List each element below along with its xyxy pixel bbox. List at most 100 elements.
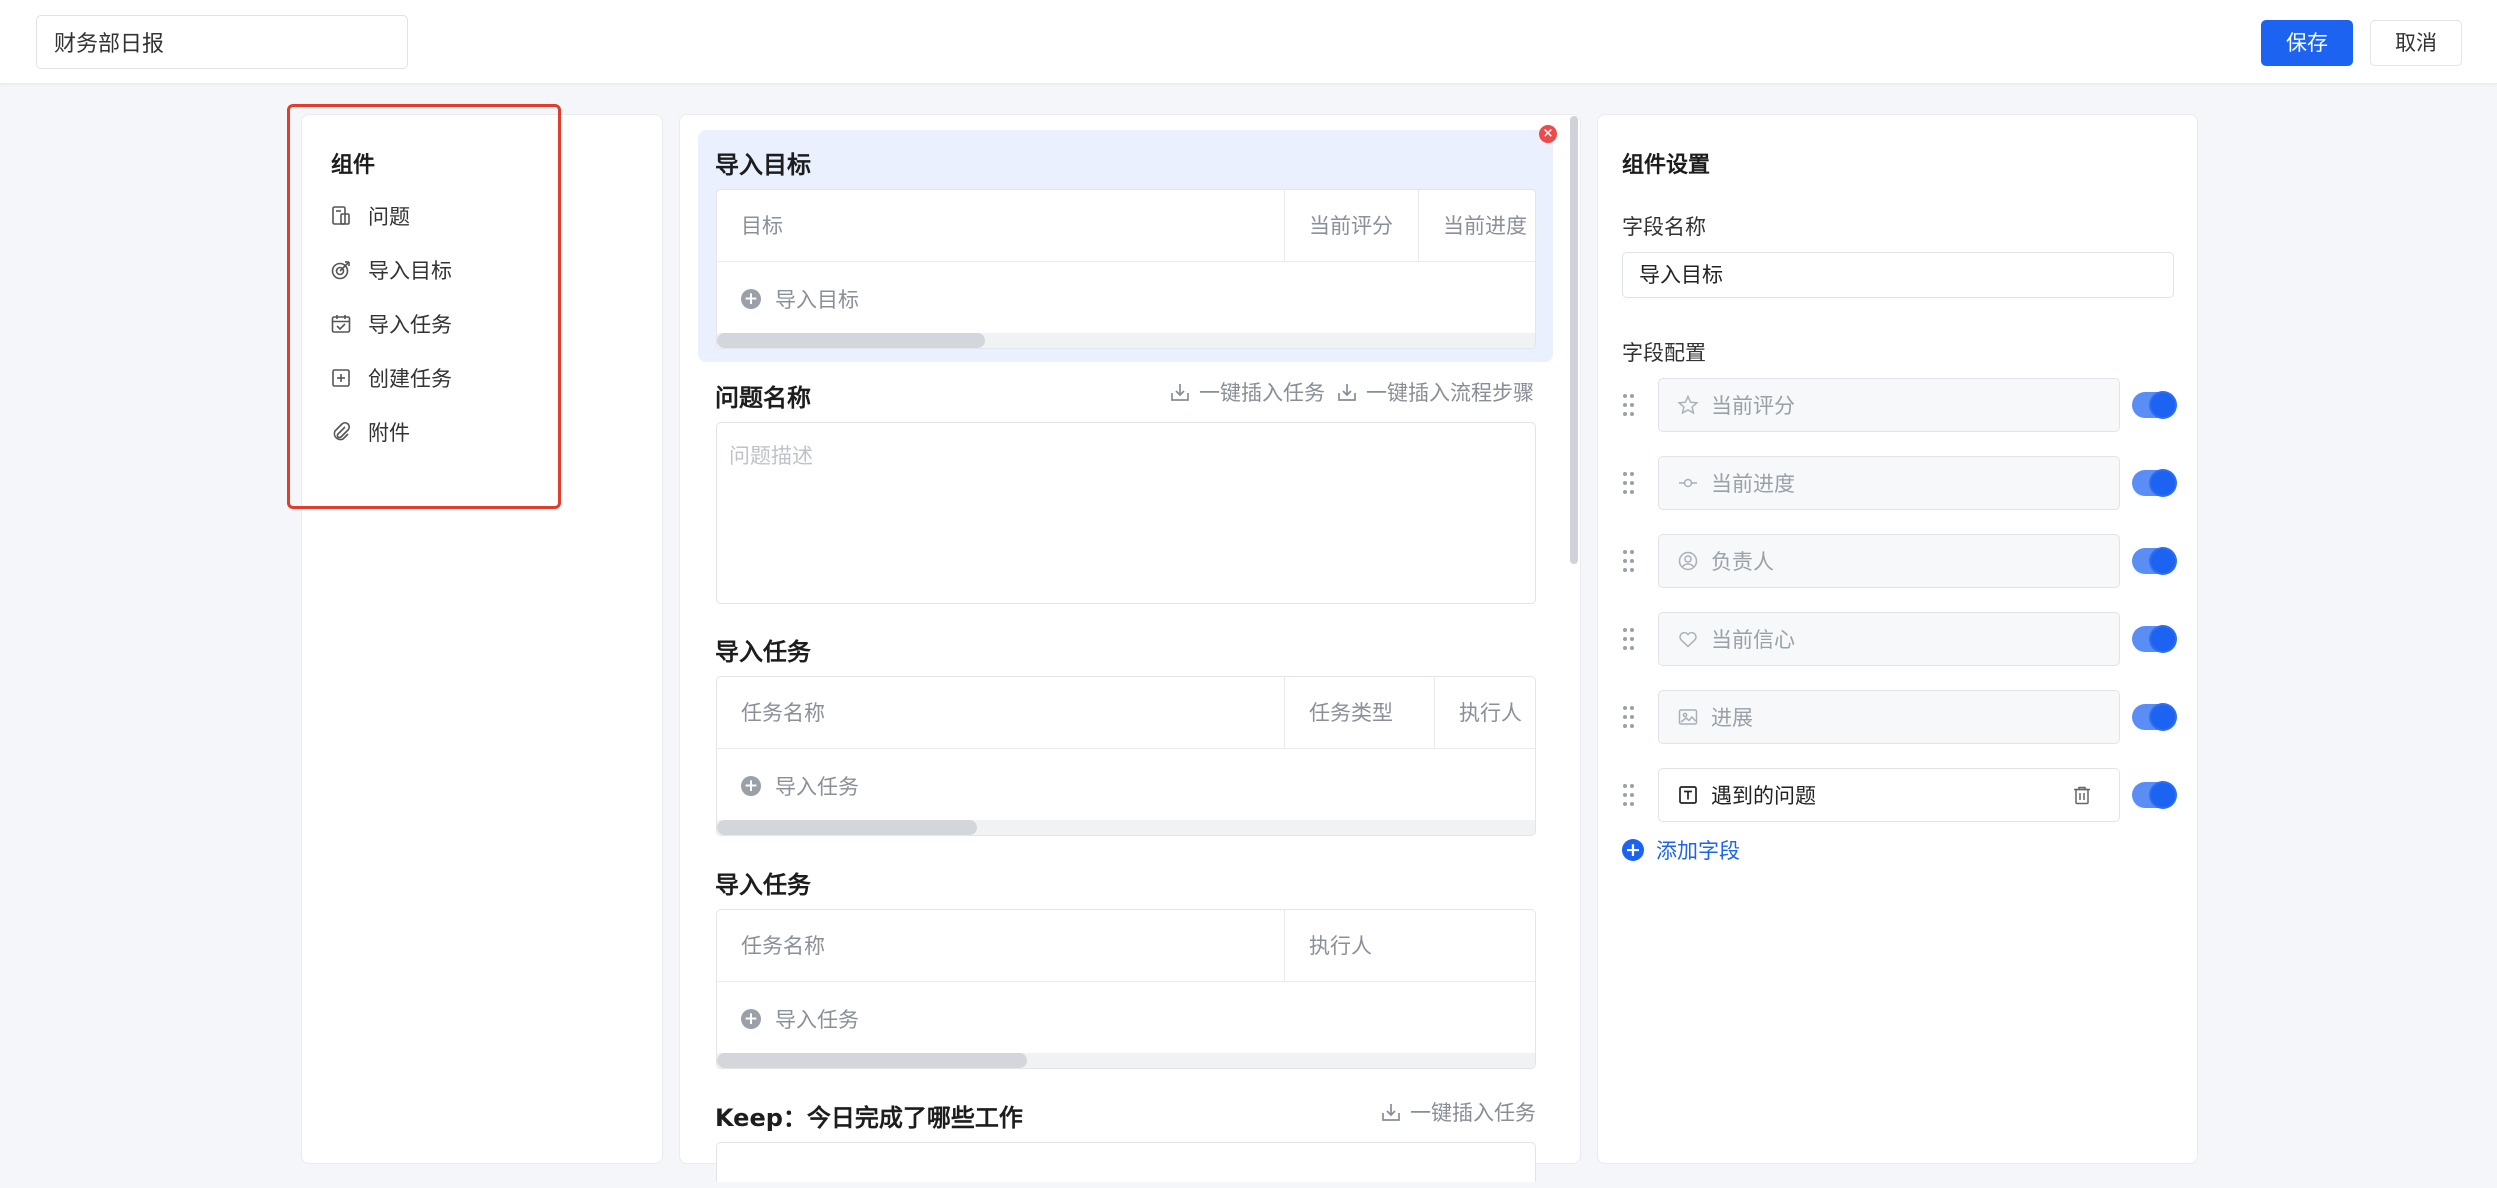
field-config-row: 当前进度 <box>1622 456 2182 510</box>
component-item-label: 问题 <box>368 205 410 229</box>
keep-section-title: Keep：今日完成了哪些工作 <box>715 1104 1023 1132</box>
field-config-label: 当前进度 <box>1711 472 1795 496</box>
column-header: 当前进度 <box>1418 190 1535 262</box>
question-doc-icon <box>330 205 352 227</box>
column-header: 当前评分 <box>1284 190 1418 262</box>
drag-handle-icon[interactable] <box>1622 704 1636 730</box>
field-config-box[interactable]: 进展 <box>1658 690 2120 744</box>
field-config-box[interactable]: 当前进度 <box>1658 456 2120 510</box>
column-header: 任务类型 <box>1284 677 1434 749</box>
field-config-box[interactable]: 负责人 <box>1658 534 2120 588</box>
table-header: 任务名称 执行人 <box>717 910 1535 982</box>
progress-icon <box>1679 478 1697 488</box>
goal-section-title: 导入目标 <box>715 151 811 179</box>
component-item-import-goal[interactable]: 导入目标 <box>330 252 452 288</box>
insert-task-link[interactable]: 一键插入任务 <box>1169 377 1325 407</box>
table-header: 目标 当前评分 当前进度 <box>717 190 1535 262</box>
insert-task-label: 一键插入任务 <box>1410 1101 1536 1125</box>
column-header: 执行人 <box>1284 910 1535 982</box>
plus-circle-icon: + <box>741 289 761 309</box>
question-description-textarea[interactable]: 问题描述 <box>716 422 1536 604</box>
import-task-label: 导入任务 <box>775 1008 859 1032</box>
add-field-button[interactable]: + 添加字段 <box>1622 835 1740 865</box>
star-icon <box>1677 394 1699 415</box>
field-enable-toggle[interactable] <box>2132 704 2176 730</box>
field-enable-toggle[interactable] <box>2132 782 2176 808</box>
task-table-2: 任务名称 执行人 + 导入任务 <box>716 909 1536 1069</box>
component-item-question[interactable]: 问题 <box>330 198 410 234</box>
component-item-label: 导入任务 <box>368 313 452 337</box>
field-config-row: 进展 <box>1622 690 2182 744</box>
save-button[interactable]: 保存 <box>2261 20 2353 66</box>
field-enable-toggle[interactable] <box>2132 470 2176 496</box>
insert-task-link[interactable]: 一键插入任务 <box>1380 1097 1536 1127</box>
horizontal-scrollbar-thumb[interactable] <box>717 333 985 348</box>
cancel-button[interactable]: 取消 <box>2370 20 2462 66</box>
drag-handle-icon[interactable] <box>1622 392 1636 418</box>
horizontal-scrollbar-track[interactable] <box>717 333 1535 348</box>
horizontal-scrollbar-track[interactable] <box>717 820 1535 835</box>
component-item-label: 创建任务 <box>368 367 452 391</box>
question-section-title: 问题名称 <box>715 384 811 412</box>
import-tray-icon <box>1338 384 1356 401</box>
canvas-vertical-scrollbar[interactable] <box>1570 116 1578 564</box>
remove-block-icon[interactable]: × <box>1539 125 1557 143</box>
text-box-icon <box>1679 786 1697 804</box>
report-title-input[interactable] <box>36 15 408 69</box>
component-item-label: 导入目标 <box>368 259 452 283</box>
add-field-label: 添加字段 <box>1656 839 1740 863</box>
field-config-box[interactable]: 遇到的问题 <box>1658 768 2120 822</box>
field-name-label: 字段名称 <box>1622 215 1706 239</box>
field-config-row: 当前评分 <box>1622 378 2182 432</box>
horizontal-scrollbar-thumb[interactable] <box>717 820 977 835</box>
top-bar: 保存 取消 <box>0 0 2497 84</box>
field-name-input[interactable]: 导入目标 <box>1622 252 2174 298</box>
field-config-label: 当前信心 <box>1711 628 1795 652</box>
component-item-label: 附件 <box>368 421 410 445</box>
drag-handle-icon[interactable] <box>1622 470 1636 496</box>
table-header: 任务名称 任务类型 执行人 <box>717 677 1535 749</box>
import-task-row-button[interactable]: + 导入任务 <box>741 983 859 1055</box>
settings-title: 组件设置 <box>1622 153 1711 178</box>
field-enable-toggle[interactable] <box>2132 392 2176 418</box>
plus-circle-icon: + <box>741 776 761 796</box>
import-task-label: 导入任务 <box>775 775 859 799</box>
field-enable-toggle[interactable] <box>2132 626 2176 652</box>
import-goal-label: 导入目标 <box>775 288 859 312</box>
drag-handle-icon[interactable] <box>1622 548 1636 574</box>
calendar-check-icon <box>330 313 352 335</box>
import-goal-row-button[interactable]: + 导入目标 <box>741 263 859 335</box>
drag-handle-icon[interactable] <box>1622 782 1636 808</box>
keep-textarea[interactable] <box>716 1142 1536 1182</box>
trash-icon[interactable] <box>2071 784 2093 806</box>
horizontal-scrollbar-thumb[interactable] <box>717 1053 1027 1068</box>
component-item-create-task[interactable]: 创建任务 <box>330 360 452 396</box>
horizontal-scrollbar-track[interactable] <box>717 1053 1535 1068</box>
import-tray-icon <box>1171 384 1189 401</box>
import-task-row-button[interactable]: + 导入任务 <box>741 750 859 822</box>
field-config-label: 负责人 <box>1711 550 1774 574</box>
field-config-box[interactable]: 当前信心 <box>1658 612 2120 666</box>
field-config-row: 遇到的问题 <box>1622 768 2182 822</box>
column-header: 任务名称 <box>741 701 825 725</box>
heart-icon <box>1679 631 1697 648</box>
field-config-label: 字段配置 <box>1622 341 1706 365</box>
image-icon <box>1678 709 1698 725</box>
field-config-label: 进展 <box>1711 706 1753 730</box>
insert-flow-link[interactable]: 一键插入流程步骤 <box>1336 377 1534 407</box>
field-config-row: 负责人 <box>1622 534 2182 588</box>
paperclip-icon <box>330 421 352 443</box>
field-enable-toggle[interactable] <box>2132 548 2176 574</box>
component-item-import-task[interactable]: 导入任务 <box>330 306 452 342</box>
column-header: 任务名称 <box>741 934 825 958</box>
field-config-box[interactable]: 当前评分 <box>1658 378 2120 432</box>
components-title: 组件 <box>331 153 376 178</box>
task-section-title: 导入任务 <box>715 638 811 666</box>
field-config-row: 当前信心 <box>1622 612 2182 666</box>
drag-handle-icon[interactable] <box>1622 626 1636 652</box>
import-tray-icon <box>1382 1104 1400 1121</box>
component-item-attachment[interactable]: 附件 <box>330 414 410 450</box>
user-circle-icon <box>1678 551 1698 571</box>
goal-table: 目标 当前评分 当前进度 + 导入目标 <box>716 189 1536 349</box>
insert-flow-label: 一键插入流程步骤 <box>1366 381 1534 405</box>
